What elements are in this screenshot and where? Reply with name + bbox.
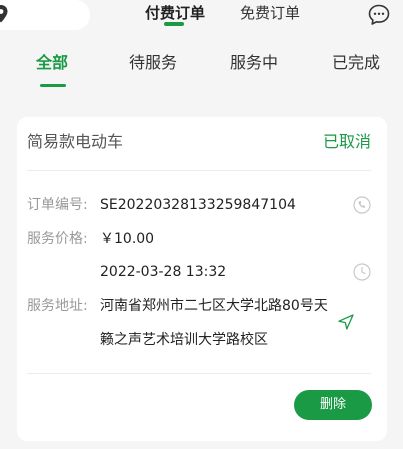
- tab-in-service[interactable]: 服务中: [230, 52, 278, 74]
- delete-button[interactable]: 删除: [294, 390, 372, 420]
- clock-icon: [353, 263, 371, 281]
- service-datetime-value: 2022-03-28 13:32: [100, 264, 227, 280]
- order-card[interactable]: 简易款电动车 已取消 订单编号: SE20220328133259847104 …: [17, 117, 387, 441]
- service-address-line-2: 籁之声艺术培训大学路校区: [100, 332, 268, 348]
- top-bar: 付费订单 免费订单: [0, 0, 403, 34]
- phone-icon[interactable]: [353, 196, 371, 214]
- service-price-label: 服务价格:: [27, 231, 88, 247]
- tab-paid-orders[interactable]: 付费订单: [145, 3, 205, 23]
- order-status-badge: 已取消: [322, 132, 371, 151]
- paid-orders-active-indicator: [164, 22, 184, 26]
- service-price-value: ￥10.00: [100, 231, 155, 247]
- service-address-line-1: 河南省郑州市二七区大学北路80号天: [100, 298, 328, 314]
- tab-all[interactable]: 全部: [36, 52, 68, 74]
- order-title: 简易款电动车: [27, 132, 124, 151]
- location-button[interactable]: [0, 0, 90, 30]
- active-tab-indicator: [40, 84, 66, 87]
- service-address-label: 服务地址:: [27, 298, 88, 314]
- card-divider-bottom: [27, 373, 371, 374]
- navigation-arrow-icon[interactable]: [337, 313, 355, 331]
- tab-free-orders[interactable]: 免费订单: [240, 3, 300, 23]
- location-pin-icon: [0, 5, 8, 23]
- order-number-value: SE20220328133259847104: [100, 197, 296, 213]
- tab-completed[interactable]: 已完成: [332, 52, 380, 74]
- order-number-label: 订单编号:: [27, 197, 88, 213]
- chat-bubble-icon[interactable]: [367, 3, 391, 27]
- status-tabs: 全部 待服务 服务中 已完成: [0, 46, 403, 92]
- tab-pending-service[interactable]: 待服务: [129, 52, 177, 74]
- card-divider-top: [27, 170, 371, 171]
